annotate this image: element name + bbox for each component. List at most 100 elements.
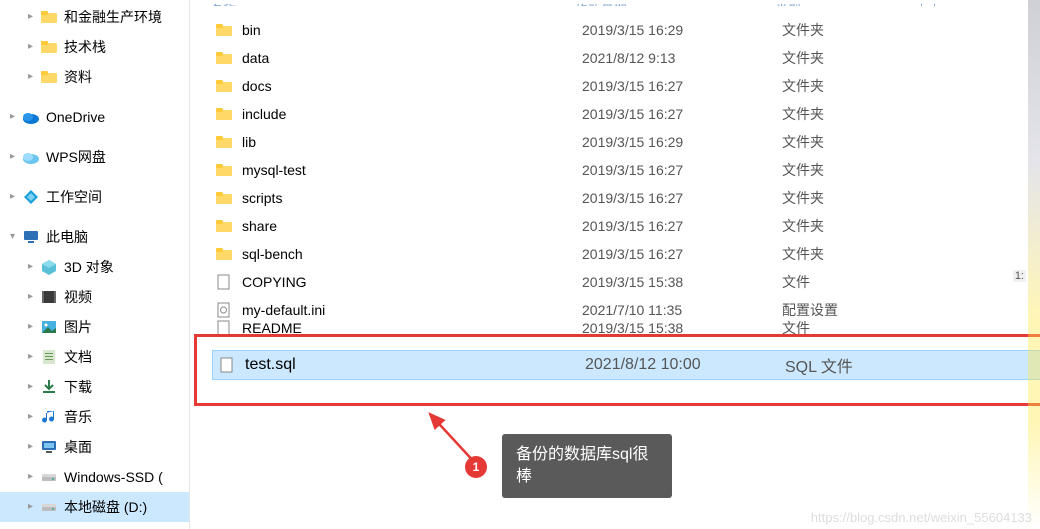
sidebar-item[interactable]: ▸文档: [0, 342, 189, 372]
chevron-icon[interactable]: ▸: [28, 376, 40, 398]
sidebar-item-label: 本地磁盘 (D:): [64, 496, 147, 518]
col-size[interactable]: 大小: [915, 0, 1020, 6]
col-name[interactable]: 名称: [210, 0, 575, 6]
sidebar-item-label: 桌面: [64, 436, 92, 458]
file-row[interactable]: data2021/8/12 9:13文件夹: [210, 44, 1020, 72]
sidebar-item-label: 3D 对象: [64, 256, 114, 278]
chevron-icon[interactable]: ▸: [10, 146, 22, 168]
file-name: data: [242, 50, 582, 66]
file-row[interactable]: bin2019/3/15 16:29文件夹: [210, 16, 1020, 44]
sidebar-item[interactable]: ▸视频: [0, 282, 189, 312]
file-date: 2019/3/15 16:27: [582, 78, 782, 94]
file-type: 文件夹: [782, 104, 922, 124]
file-row[interactable]: COPYING2019/3/15 15:38文件: [210, 268, 1020, 296]
file-row[interactable]: scripts2019/3/15 16:27文件夹: [210, 184, 1020, 212]
folder-icon: [214, 104, 234, 124]
file-icon: [217, 355, 237, 375]
file-list-panel: 名称 修改日期 类型 大小 bin2019/3/15 16:29文件夹data2…: [190, 0, 1040, 529]
video-icon: [40, 288, 58, 306]
sidebar-item[interactable]: ▸ 和金融生产环境: [0, 2, 189, 32]
chevron-icon[interactable]: ▸: [28, 496, 40, 518]
drive-icon: [40, 468, 58, 486]
thispc-icon: [22, 228, 40, 246]
file-name: COPYING: [242, 274, 582, 290]
folder-icon: [40, 38, 58, 56]
sidebar-item[interactable]: ▸OneDrive: [0, 102, 189, 132]
scroll-indicator: 1:: [1013, 270, 1026, 282]
right-edge-strip: [1028, 0, 1040, 529]
file-row[interactable]: share2019/3/15 16:27文件夹: [210, 212, 1020, 240]
sidebar-item[interactable]: ▸ 3D 对象: [0, 252, 189, 282]
sidebar-item-label: Windows-SSD (: [64, 466, 163, 488]
sidebar-item-label: 资料: [64, 66, 92, 88]
file-name: bin: [242, 22, 582, 38]
sidebar-item-label: 此电脑: [46, 226, 88, 248]
chevron-icon[interactable]: ▸: [28, 286, 40, 308]
file-date: 2021/7/10 11:35: [582, 302, 782, 318]
file-row-highlighted[interactable]: test.sql 2021/8/12 10:00 SQL 文件: [213, 351, 1040, 379]
file-row[interactable]: mysql-test2019/3/15 16:27文件夹: [210, 156, 1020, 184]
sidebar-item[interactable]: ▸技术栈: [0, 32, 189, 62]
wps-icon: [22, 148, 40, 166]
file-date: 2019/3/15 16:29: [582, 22, 782, 38]
sidebar-item[interactable]: ▸工作空间: [0, 182, 189, 212]
onedrive-icon: [22, 108, 40, 126]
folder-icon: [214, 20, 234, 40]
sidebar-item-label: WPS网盘: [46, 146, 106, 168]
chevron-icon[interactable]: ▸: [28, 256, 40, 278]
sidebar-item[interactable]: ▸ 音乐: [0, 402, 189, 432]
file-type: 文件夹: [782, 244, 922, 264]
sidebar-item[interactable]: ▾ 此电脑: [0, 222, 189, 252]
file-type: 配置设置: [782, 300, 922, 320]
chevron-icon[interactable]: ▸: [28, 66, 40, 88]
desktop-icon: [40, 438, 58, 456]
file-name: my-default.ini: [242, 302, 582, 318]
column-headers[interactable]: 名称 修改日期 类型 大小: [190, 0, 1040, 6]
file-row[interactable]: sql-bench2019/3/15 16:27文件夹: [210, 240, 1020, 268]
chevron-icon[interactable]: ▸: [28, 6, 40, 28]
file-row[interactable]: docs2019/3/15 16:27文件夹: [210, 72, 1020, 100]
chevron-icon[interactable]: ▸: [28, 436, 40, 458]
file-row[interactable]: include2019/3/15 16:27文件夹: [210, 100, 1020, 128]
file-row-readme-clipped[interactable]: README 2019/3/15 15:38 文件: [210, 318, 922, 338]
sidebar-item-label: 音乐: [64, 406, 92, 428]
chevron-icon[interactable]: ▸: [28, 36, 40, 58]
file-type: 文件夹: [782, 76, 922, 96]
chevron-icon[interactable]: ▸: [10, 106, 22, 128]
file-date: 2019/3/15 16:29: [582, 134, 782, 150]
folder-icon: [214, 76, 234, 96]
file-type: 文件: [782, 318, 922, 338]
folder-icon: [40, 8, 58, 26]
chevron-icon[interactable]: ▸: [28, 346, 40, 368]
col-date[interactable]: 修改日期: [575, 0, 775, 6]
folder-icon: [40, 68, 58, 86]
doc-icon: [40, 348, 58, 366]
chevron-icon[interactable]: ▸: [28, 406, 40, 428]
folder-icon: [214, 48, 234, 68]
sidebar-item-label: 和金融生产环境: [64, 6, 162, 28]
sidebar-tree: ▸和金融生产环境▸技术栈▸资料▸OneDrive▸WPS网盘▸工作空间▾此电脑▸…: [0, 0, 190, 529]
sidebar-item[interactable]: ▸下载: [0, 372, 189, 402]
file-name: share: [242, 218, 582, 234]
file-name: docs: [242, 78, 582, 94]
folder-icon: [214, 188, 234, 208]
workspace-icon: [22, 188, 40, 206]
file-date: 2019/3/15 15:38: [582, 320, 782, 336]
chevron-icon[interactable]: ▸: [28, 466, 40, 488]
sidebar-item[interactable]: ▸ 桌面: [0, 432, 189, 462]
folder-icon: [214, 216, 234, 236]
chevron-icon[interactable]: ▾: [10, 226, 22, 248]
download-icon: [40, 378, 58, 396]
chevron-icon[interactable]: ▸: [10, 186, 22, 208]
file-row[interactable]: lib2019/3/15 16:29文件夹: [210, 128, 1020, 156]
sidebar-item[interactable]: ▸ 资料: [0, 62, 189, 92]
col-type[interactable]: 类型: [775, 0, 915, 6]
file-type: 文件夹: [782, 20, 922, 40]
file-type: 文件夹: [782, 132, 922, 152]
sidebar-item[interactable]: ▸ 本地磁盘 (D:): [0, 492, 189, 522]
chevron-icon[interactable]: ▸: [28, 316, 40, 338]
file-name: sql-bench: [242, 246, 582, 262]
sidebar-item[interactable]: ▸ Windows-SSD (: [0, 462, 189, 492]
sidebar-item[interactable]: ▸图片: [0, 312, 189, 342]
sidebar-item[interactable]: ▸ WPS网盘: [0, 142, 189, 172]
